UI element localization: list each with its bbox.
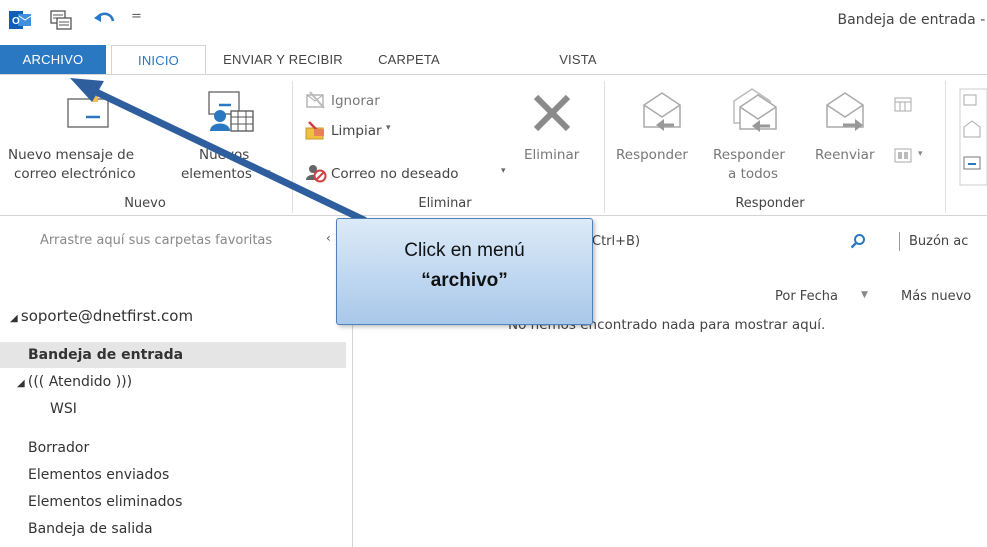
expand-triangle-icon[interactable]: ◢ bbox=[10, 313, 21, 324]
junk-email-icon[interactable] bbox=[305, 163, 327, 183]
folder-item-elementos-eliminados[interactable]: Elementos eliminados bbox=[0, 489, 346, 515]
folder-item-bandeja-de-entrada[interactable]: Bandeja de entrada bbox=[0, 342, 346, 368]
expand-triangle-icon[interactable]: ◢ bbox=[17, 378, 28, 389]
clean-up-icon[interactable] bbox=[305, 120, 327, 140]
new-email-icon[interactable] bbox=[66, 95, 114, 131]
new-email-label-2[interactable]: correo electrónico bbox=[14, 166, 136, 182]
folder-item-bandeja-de-salida[interactable]: Bandeja de salida bbox=[0, 516, 346, 547]
search-separator bbox=[899, 232, 900, 251]
svg-text:O: O bbox=[12, 16, 20, 27]
group-label-responder: Responder bbox=[735, 196, 805, 211]
account-label: soporte@dnetfirst.com bbox=[20, 307, 194, 325]
delete-label[interactable]: Eliminar bbox=[524, 147, 579, 163]
new-email-label-1[interactable]: Nuevo mensaje de bbox=[8, 147, 134, 163]
group-label-eliminar: Eliminar bbox=[418, 196, 472, 211]
group-divider bbox=[604, 81, 605, 213]
clean-up-dropdown-icon[interactable]: ▾ bbox=[386, 123, 391, 133]
more-respond-icon[interactable] bbox=[894, 147, 914, 165]
folder-item-wsi[interactable]: WSI bbox=[0, 396, 346, 422]
junk-email-label[interactable]: Correo no deseado bbox=[331, 166, 459, 182]
window-title: Bandeja de entrada - s bbox=[837, 12, 987, 28]
quick-steps-icon[interactable] bbox=[958, 87, 987, 197]
meeting-reply-icon[interactable] bbox=[894, 97, 912, 115]
sort-by-dropdown[interactable]: Por Fecha bbox=[775, 289, 838, 304]
collapse-pane-icon[interactable]: ‹ bbox=[326, 231, 331, 245]
ignore-icon[interactable] bbox=[305, 90, 327, 110]
ribbon-tabs: ARCHIVO INICIO ENVIAR Y RECIBIR CARPETA … bbox=[0, 45, 987, 75]
reply-all-icon[interactable] bbox=[730, 85, 782, 133]
send-receive-all-icon[interactable] bbox=[50, 9, 72, 31]
new-items-label-1[interactable]: Nuevos bbox=[199, 147, 249, 163]
forward-icon[interactable] bbox=[823, 89, 871, 133]
junk-email-dropdown-icon[interactable]: ▾ bbox=[501, 166, 506, 176]
folder-item-elementos-enviados[interactable]: Elementos enviados bbox=[0, 462, 346, 488]
favorites-hint: Arrastre aquí sus carpetas favoritas bbox=[40, 233, 273, 248]
folder-item-atendido[interactable]: ◢ ((( Atendido ))) bbox=[0, 369, 346, 395]
tab-archivo[interactable]: ARCHIVO bbox=[0, 45, 106, 74]
reply-all-label-1[interactable]: Responder bbox=[713, 147, 785, 163]
outlook-logo-icon: O bbox=[9, 11, 31, 29]
tab-carpeta[interactable]: CARPETA bbox=[364, 45, 454, 74]
callout-text-line2: “archivo” bbox=[421, 270, 508, 291]
ignore-label[interactable]: Ignorar bbox=[331, 93, 380, 109]
folder-pane: Arrastre aquí sus carpetas favoritas ‹ ◢… bbox=[0, 217, 352, 547]
ribbon: Nuevo mensaje de correo electrónico Nuev… bbox=[0, 74, 987, 216]
group-divider bbox=[945, 81, 946, 213]
delete-icon[interactable] bbox=[528, 91, 576, 135]
callout-box: Click en menú “archivo” bbox=[336, 218, 593, 325]
folder-item-borrador[interactable]: Borrador bbox=[0, 435, 346, 461]
tab-vista[interactable]: VISTA bbox=[548, 45, 608, 74]
account-node[interactable]: ◢ soporte@dnetfirst.com bbox=[0, 303, 346, 329]
clean-up-label[interactable]: Limpiar bbox=[331, 123, 382, 139]
tab-inicio[interactable]: INICIO bbox=[111, 45, 206, 75]
new-items-label-2[interactable]: elementos bbox=[181, 166, 252, 182]
sort-dropdown-icon[interactable]: ▼ bbox=[861, 290, 868, 300]
reply-all-label-2[interactable]: a todos bbox=[728, 166, 778, 182]
quick-access-customize[interactable]: = bbox=[131, 9, 142, 24]
new-items-icon[interactable] bbox=[207, 89, 255, 133]
tab-enviar-y-recibir[interactable]: ENVIAR Y RECIBIR bbox=[218, 45, 348, 74]
search-scope-dropdown[interactable]: Buzón ac bbox=[909, 234, 968, 249]
search-icon[interactable] bbox=[850, 233, 866, 249]
undo-icon[interactable] bbox=[93, 9, 117, 31]
title-bar: O = Bandeja de entrada - s bbox=[0, 0, 987, 40]
forward-label[interactable]: Reenviar bbox=[815, 147, 875, 163]
group-divider bbox=[292, 81, 293, 213]
more-respond-dropdown-icon[interactable]: ▾ bbox=[918, 149, 923, 159]
reply-icon[interactable] bbox=[638, 89, 686, 133]
group-label-nuevo: Nuevo bbox=[124, 196, 166, 211]
folder-label: ((( Atendido ))) bbox=[27, 374, 133, 390]
new-items-dropdown-icon[interactable]: ▾ bbox=[266, 168, 271, 178]
sort-order-toggle[interactable]: Más nuevo bbox=[901, 289, 971, 304]
callout-text-line1: Click en menú bbox=[404, 240, 525, 261]
reply-label[interactable]: Responder bbox=[616, 147, 688, 163]
search-input[interactable]: Ctrl+B) bbox=[592, 234, 640, 249]
